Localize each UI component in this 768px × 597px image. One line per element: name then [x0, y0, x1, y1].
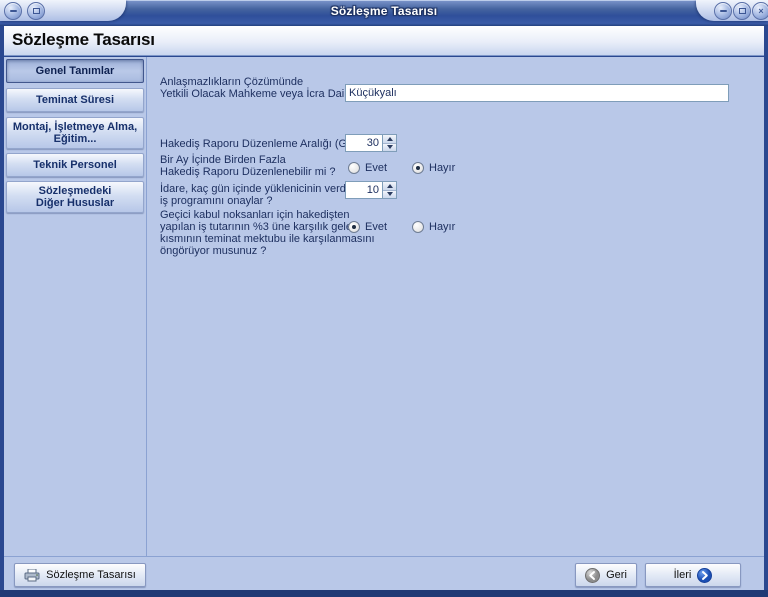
radio-label: Hayır — [429, 162, 455, 174]
printer-icon — [24, 569, 40, 582]
heading-band: Sözleşme Tasarısı — [4, 26, 764, 56]
application-window: Sözleşme Tasarısı × Sözleşme Tasarısı Ge… — [0, 0, 768, 597]
multiple-reports-label: Bir Ay İçinde Birden Fazla Hakediş Rapor… — [160, 154, 335, 178]
sidebar-item-label: Sözleşmedeki Diğer Hususlar — [36, 185, 114, 209]
next-button-label: İleri — [674, 569, 692, 581]
acceptance-guarantee-radio-evet[interactable]: Evet — [348, 220, 387, 233]
spin-down-button[interactable] — [383, 191, 396, 199]
window-bottom-frame — [0, 590, 768, 597]
back-arrow-icon — [585, 568, 600, 583]
radio-label: Evet — [365, 162, 387, 174]
minimize-button[interactable] — [714, 2, 732, 20]
footer-bar: Sözleşme Tasarısı Geri İleri — [4, 556, 764, 590]
spin-up-button[interactable] — [383, 182, 396, 191]
window-menu-button-2[interactable] — [27, 2, 45, 20]
next-button[interactable]: İleri — [645, 563, 741, 587]
sidebar-item-teminat-suresi[interactable]: Teminat Süresi — [6, 88, 144, 112]
program-approval-input[interactable] — [345, 181, 382, 199]
print-contract-button[interactable]: Sözleşme Tasarısı — [14, 563, 146, 587]
sidebar-item-label: Genel Tanımlar — [36, 65, 115, 77]
print-button-label: Sözleşme Tasarısı — [46, 569, 136, 581]
back-button-label: Geri — [606, 569, 627, 581]
next-arrow-icon — [697, 568, 712, 583]
report-interval-input[interactable] — [345, 134, 382, 152]
arrow-up-icon — [387, 137, 393, 141]
court-label: Anlaşmazlıkların Çözümünde Yetkili Olaca… — [160, 76, 362, 100]
sidebar-item-genel-tanimlar[interactable]: Genel Tanımlar — [6, 59, 144, 83]
arrow-down-icon — [387, 192, 393, 196]
sidebar-divider — [146, 57, 147, 556]
court-input[interactable] — [345, 84, 729, 102]
arrow-down-icon — [387, 145, 393, 149]
program-approval-label: İdare, kaç gün içinde yüklenicinin verdi… — [160, 183, 357, 207]
report-interval-spinner — [345, 134, 397, 152]
radio-icon — [348, 162, 360, 174]
close-icon: × — [758, 7, 763, 16]
window-icon — [33, 8, 40, 14]
acceptance-guarantee-radio-hayir[interactable]: Hayır — [412, 220, 455, 233]
spinner-buttons — [382, 181, 397, 199]
radio-icon — [412, 221, 424, 233]
spinner-buttons — [382, 134, 397, 152]
sidebar-item-montaj-isletme-egitim[interactable]: Montaj, İşletmeye Alma, Eğitim... — [6, 117, 144, 149]
program-approval-spinner — [345, 181, 397, 199]
radio-icon — [412, 162, 424, 174]
titlebar: Sözleşme Tasarısı × — [0, 0, 768, 26]
sidebar-item-label: Teknik Personel — [33, 159, 117, 171]
back-button[interactable]: Geri — [575, 563, 637, 587]
minimize-icon — [720, 10, 727, 12]
spin-up-button[interactable] — [383, 135, 396, 144]
sidebar-item-label: Teminat Süresi — [36, 94, 114, 106]
radio-label: Hayır — [429, 221, 455, 233]
report-interval-label: Hakediş Raporu Düzenleme Aralığı (Gün) — [160, 138, 363, 150]
radio-icon — [348, 221, 360, 233]
acceptance-guarantee-label: Geçici kabul noksanları için hakedişten … — [160, 209, 375, 257]
radio-label: Evet — [365, 221, 387, 233]
window-menu-button-1[interactable] — [4, 2, 22, 20]
menu-icon — [10, 10, 17, 12]
maximize-button[interactable] — [733, 2, 751, 20]
page-title: Sözleşme Tasarısı — [12, 30, 155, 50]
sidebar-item-teknik-personel[interactable]: Teknik Personel — [6, 153, 144, 177]
sidebar-item-sozlesmedeki-diger-hususlar[interactable]: Sözleşmedeki Diğer Hususlar — [6, 181, 144, 213]
spin-down-button[interactable] — [383, 144, 396, 152]
multiple-reports-radio-evet[interactable]: Evet — [348, 161, 387, 174]
multiple-reports-radio-hayir[interactable]: Hayır — [412, 161, 455, 174]
content-area: Genel Tanımlar Teminat Süresi Montaj, İş… — [4, 57, 764, 556]
sidebar-item-label: Montaj, İşletmeye Alma, Eğitim... — [13, 121, 137, 145]
close-button[interactable]: × — [752, 2, 768, 20]
window-title: Sözleşme Tasarısı — [0, 4, 768, 18]
arrow-up-icon — [387, 184, 393, 188]
maximize-icon — [739, 8, 746, 14]
